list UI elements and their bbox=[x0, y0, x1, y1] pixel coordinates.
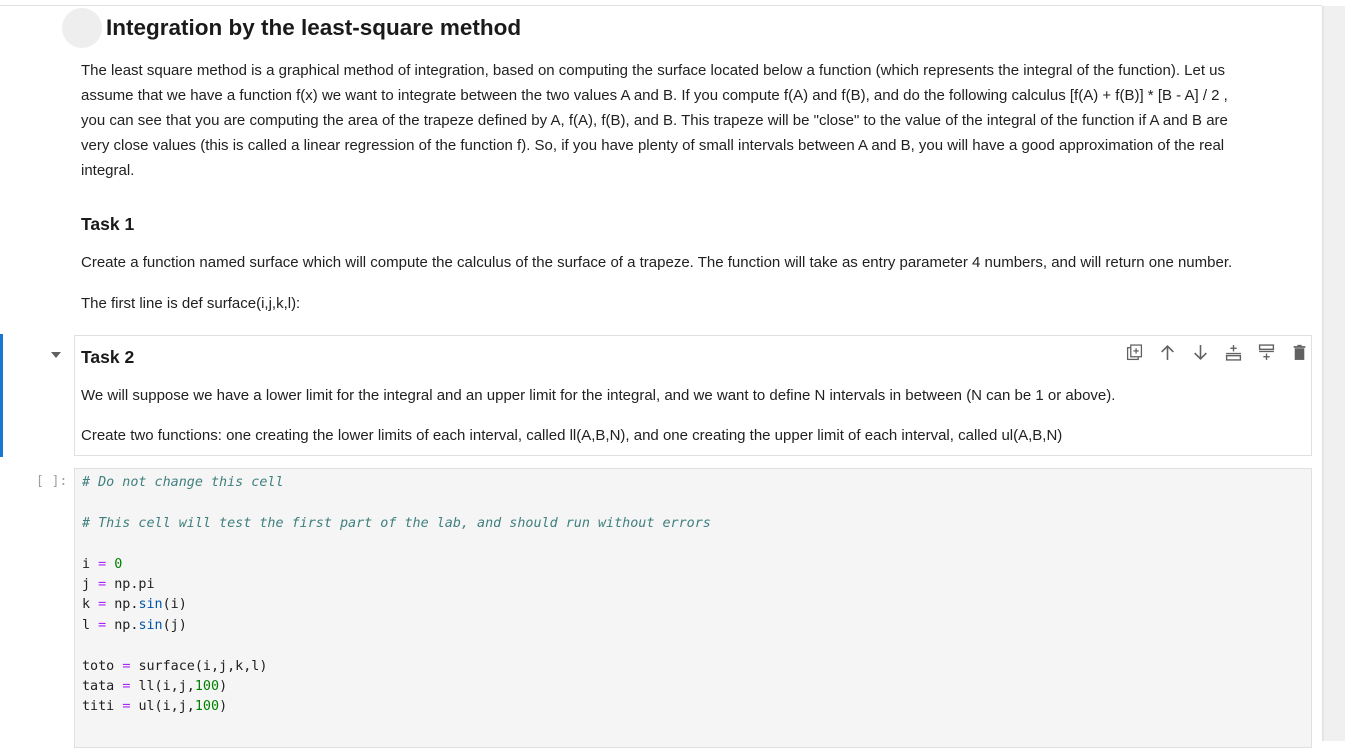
intro-paragraph: The least square method is a graphical m… bbox=[81, 58, 1296, 183]
task1-heading: Task 1 bbox=[81, 214, 135, 234]
code-comment: # This cell will test the first part of … bbox=[82, 515, 711, 531]
duplicate-icon bbox=[1126, 343, 1143, 360]
task2-instruction: Create two functions: one creating the l… bbox=[81, 427, 1063, 444]
code-token: (j) bbox=[162, 617, 187, 633]
intro-line: integral. bbox=[81, 162, 135, 179]
code-token: 100 bbox=[194, 679, 220, 695]
task2-heading: Task 2 bbox=[81, 347, 135, 367]
scrollbar-track[interactable] bbox=[1323, 6, 1345, 741]
duplicate-cell-button[interactable] bbox=[1118, 342, 1151, 362]
code-token: ul(i,j, bbox=[138, 699, 195, 715]
code-token: np. bbox=[114, 617, 139, 633]
top-divider bbox=[0, 5, 1322, 6]
code-comment: # Do not change this cell bbox=[82, 475, 284, 490]
code-token: i bbox=[82, 556, 91, 572]
move-down-icon bbox=[1194, 344, 1207, 360]
code-token: ) bbox=[219, 699, 228, 715]
cell-prompt: [ ]: bbox=[36, 474, 68, 489]
code-token: sin bbox=[138, 617, 163, 633]
insert-above-icon bbox=[1225, 344, 1242, 361]
code-token: 0 bbox=[114, 556, 123, 572]
code-token: ) bbox=[219, 679, 228, 695]
intro-line: The least square method is a graphical m… bbox=[81, 62, 1226, 79]
insert-above-button[interactable] bbox=[1217, 342, 1250, 362]
intro-line: very close values (this is called a line… bbox=[81, 137, 1225, 154]
code-token: toto bbox=[82, 658, 115, 674]
move-down-button[interactable] bbox=[1184, 342, 1217, 362]
task1-description: Create a function named surface which wi… bbox=[81, 254, 1233, 271]
code-token: j bbox=[82, 577, 91, 593]
code-token: sin bbox=[138, 597, 163, 613]
intro-line: you can see that you are computing the a… bbox=[81, 112, 1228, 129]
code-token: titi bbox=[82, 699, 115, 715]
task1-first-line: The first line is def surface(i,j,k,l): bbox=[81, 295, 301, 312]
active-cell-indicator bbox=[0, 334, 3, 457]
move-up-icon bbox=[1161, 344, 1174, 360]
insert-below-icon bbox=[1258, 343, 1275, 360]
cell-toolbar bbox=[1118, 342, 1316, 362]
code-token: np. bbox=[114, 597, 139, 613]
move-up-button[interactable] bbox=[1151, 342, 1184, 362]
page-title: Integration by the least-square method bbox=[106, 15, 522, 40]
code-token: k bbox=[82, 597, 91, 613]
insert-below-button[interactable] bbox=[1250, 342, 1283, 362]
code-content[interactable]: # Do not change this cell # This cell wi… bbox=[82, 473, 711, 718]
code-token: ll(i,j, bbox=[138, 679, 195, 695]
task2-description: We will suppose we have a lower limit fo… bbox=[81, 387, 1116, 404]
code-token: tata bbox=[82, 679, 115, 695]
collapse-caret-icon[interactable] bbox=[51, 352, 61, 358]
delete-icon bbox=[1293, 344, 1306, 360]
code-token: surface(i,j,k,l) bbox=[138, 658, 268, 674]
code-token: 100 bbox=[194, 699, 220, 715]
code-token: l bbox=[82, 617, 91, 633]
code-token: np.pi bbox=[114, 577, 155, 593]
intro-line: assume that we have a function f(x) we w… bbox=[81, 87, 1228, 104]
collapse-indicator[interactable] bbox=[62, 8, 102, 48]
delete-cell-button[interactable] bbox=[1283, 342, 1316, 362]
code-token: (i) bbox=[162, 597, 187, 613]
